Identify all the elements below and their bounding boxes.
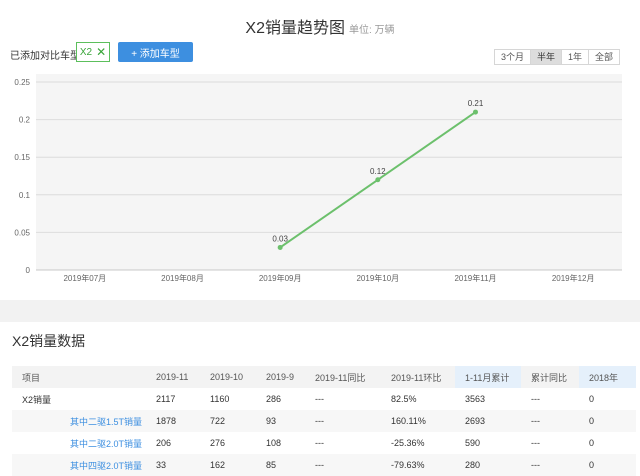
column-header: 2019-9 [256, 366, 305, 388]
x-tick-label: 2019年10月 [356, 273, 399, 283]
data-label: 0.21 [468, 99, 484, 108]
x-tick-label: 2019年07月 [63, 273, 106, 283]
table-row: X2销量 2117 1160 286 --- 82.5% 3563 --- 0 [12, 388, 636, 410]
column-header: 2019-11同比 [305, 366, 381, 388]
table-cell: 0 [579, 454, 636, 476]
table-cell: -25.36% [391, 438, 425, 448]
range-1-year[interactable]: 1年 [560, 49, 589, 65]
table-cell: 33 [146, 454, 200, 476]
table-cell: 2693 [455, 410, 521, 432]
data-label: 0.03 [272, 234, 288, 243]
table-cell: 0 [589, 394, 595, 404]
range-3-months[interactable]: 3个月 [493, 49, 531, 65]
column-header: 项目 [12, 366, 146, 388]
table-cell: 2117 [156, 394, 176, 404]
y-tick-label: 0.2 [19, 116, 31, 125]
data-section-title: X2销量数据 [12, 333, 86, 349]
table-cell: 1878 [146, 410, 200, 432]
sales-line-chart: 0 0.05 0.1 0.15 0.2 0.25 2019年07月 2019年08月 2019年… [14, 74, 622, 283]
table-cell: --- [315, 394, 324, 404]
x-tick-label: 2019年12月 [552, 273, 595, 283]
table-cell: 3563 [465, 394, 486, 404]
plot-area [36, 74, 622, 270]
table-cell: --- [521, 454, 579, 476]
range-all[interactable]: 全部 [587, 49, 620, 65]
table-cell: 162 [200, 454, 256, 476]
column-header: 累计同比 [521, 366, 579, 388]
sales-data-table: 项目 2019-11 2019-10 2019-9 2019-11同比 2019… [12, 366, 636, 476]
table-cell: 590 [465, 438, 481, 448]
table-cell: 93 [256, 410, 305, 432]
column-header: 1-11月累计 [455, 366, 521, 388]
table-cell: 276 [210, 438, 226, 448]
table-cell: 206 [156, 438, 172, 448]
chart-unit: 单位: 万辆 [349, 25, 395, 36]
table-cell: --- [521, 410, 579, 432]
table-cell: 82.5% [391, 394, 417, 404]
table-cell: 1160 [210, 394, 230, 404]
range-half-year[interactable]: 半年 [529, 49, 562, 65]
add-model-button[interactable]: + 添加车型 [118, 42, 193, 62]
table-cell: -79.63% [381, 454, 455, 476]
table-cell-link[interactable]: 其中四驱2.0T销量 [12, 454, 146, 476]
x-tick-label: 2019年08月 [161, 273, 204, 283]
table-cell-link[interactable]: 其中二驱2.0T销量 [12, 432, 146, 454]
table-row: 其中二驱2.0T销量 206 276 108 --- -25.36% 590 -… [12, 432, 636, 454]
table-cell: --- [315, 438, 324, 448]
table-cell: --- [531, 394, 540, 404]
sales-trend-panel: X2销量趋势图 单位: 万辆 已添加对比车型: X2 ✕ + 添加车型 3个月 半… [0, 0, 640, 300]
data-point [375, 177, 381, 183]
table-cell-link[interactable]: 其中二驱1.5T销量 [12, 410, 146, 432]
y-tick-label: 0.25 [14, 78, 30, 87]
y-tick-label: 0.15 [14, 153, 30, 162]
table-cell: 160.11% [381, 410, 455, 432]
data-label: 0.12 [370, 167, 386, 176]
table-cell: 0 [579, 410, 636, 432]
column-header: 2019-11 [146, 366, 200, 388]
table-cell: --- [305, 454, 381, 476]
data-point [277, 244, 283, 250]
x-tick-label: 2019年09月 [259, 273, 302, 283]
table-cell: --- [531, 438, 540, 448]
table-cell: 85 [256, 454, 305, 476]
model-tag-x2[interactable]: X2 ✕ [76, 42, 110, 62]
chart-title: X2销量趋势图 [245, 20, 345, 37]
table-cell: 722 [200, 410, 256, 432]
table-row: 其中四驱2.0T销量 33 162 85 --- -79.63% 280 ---… [12, 454, 636, 476]
table-cell: 286 [266, 394, 282, 404]
data-point [473, 109, 478, 115]
sales-data-panel: X2销量数据 项目 2019-11 2019-10 2019-9 2019-11… [0, 322, 640, 476]
table-cell: 108 [266, 438, 282, 448]
model-tag-label: X2 [79, 46, 93, 58]
chart-title-bar: X2销量趋势图 单位: 万辆 [0, 14, 640, 38]
y-tick-label: 0.05 [14, 228, 30, 237]
table-row: 其中二驱1.5T销量 1878 722 93 --- 160.11% 2693 … [12, 410, 636, 432]
close-icon[interactable]: ✕ [96, 46, 106, 58]
time-range-selector: 3个月 半年 1年 全部 [493, 49, 620, 65]
column-header: 2018年 [579, 366, 636, 388]
table-cell: 0 [589, 438, 595, 448]
table-header-row: 项目 2019-11 2019-10 2019-9 2019-11同比 2019… [12, 366, 636, 388]
table-cell: 280 [455, 454, 521, 476]
y-tick-label: 0.1 [19, 191, 31, 200]
y-tick-label: 0 [26, 266, 31, 275]
table-cell: X2销量 [22, 394, 52, 405]
x-tick-label: 2019年11月 [454, 273, 496, 283]
column-header: 2019-11环比 [381, 366, 455, 388]
table-cell: --- [305, 410, 381, 432]
added-models-label: 已添加对比车型: [10, 51, 83, 62]
column-header: 2019-10 [200, 366, 256, 388]
